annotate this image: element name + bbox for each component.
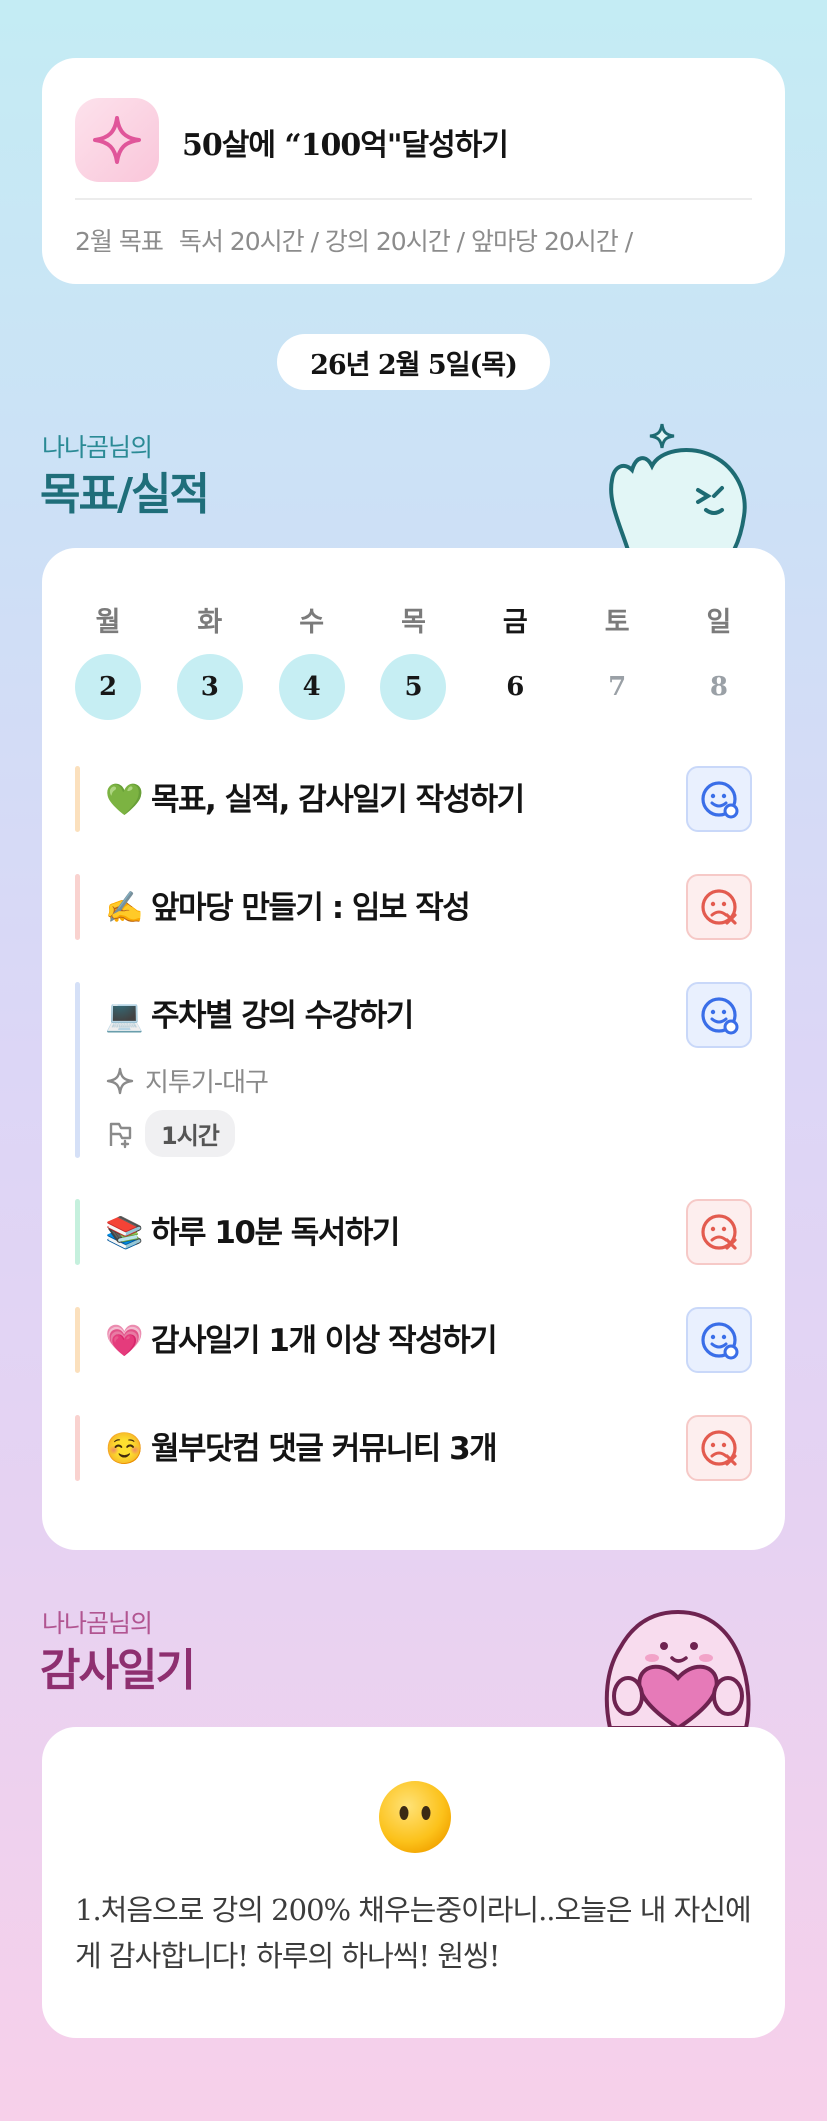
task-item[interactable]: 💻 주차별 강의 수강하기 지투기-대구 1시간 [75,982,752,1158]
tasks-card: 월 2 화 3 수 4 목 5 금 6 토 7 일 8 💚 목표, 실적, 감사… [42,548,785,1550]
day-number: 7 [608,672,627,702]
task-time: 1시간 [105,1110,235,1157]
smile-face-icon [701,1322,739,1360]
sad-face-icon [701,1214,737,1250]
divider [75,198,752,200]
task-emoji: ✍️ [105,890,144,926]
day-label: 화 [197,607,223,638]
day-mon[interactable]: 월 2 [75,600,141,720]
smile-face-icon [701,781,739,819]
day-label: 토 [604,607,630,638]
day-thu[interactable]: 목 5 [380,600,447,720]
task-item[interactable]: 💗 감사일기 1개 이상 작성하기 [75,1307,752,1373]
day-number: 5 [380,654,447,720]
goal-card[interactable]: 50살에 “100억"달성하기 2월 목표 독서 20시간 / 강의 20시간 /… [42,58,785,284]
day-number: 3 [176,654,243,720]
sparkle-outline-icon [106,1067,134,1094]
day-fri[interactable]: 금 6 [482,600,548,720]
day-wed[interactable]: 수 4 [278,600,345,720]
task-color-bar [75,766,80,832]
task-item[interactable]: 📚 하루 10분 독서하기 [75,1199,752,1265]
day-number: 2 [75,654,141,720]
task-title: 💚 목표, 실적, 감사일기 작성하기 [105,774,525,819]
day-number: 6 [506,672,525,702]
task-emoji: 📚 [105,1215,144,1251]
day-label: 수 [299,607,325,638]
day-label: 월 [95,607,121,638]
task-item[interactable]: 💚 목표, 실적, 감사일기 작성하기 [75,766,752,832]
goal-title: 50살에 “100억"달성하기 [182,128,509,163]
task-color-bar [75,1307,80,1373]
day-sat[interactable]: 토 7 [584,600,650,720]
day-label: 목 [401,607,426,638]
status-success-button[interactable] [686,766,752,832]
sad-face-icon [701,889,737,925]
task-sub-label: 지투기-대구 [145,1068,269,1098]
day-label: 금 [502,607,528,638]
task-title-text: 주차별 강의 수강하기 [151,998,414,1034]
task-title-text: 목표, 실적, 감사일기 작성하기 [151,782,525,818]
task-title-text: 감사일기 1개 이상 작성하기 [151,1323,498,1359]
task-item[interactable]: ✍️ 앞마당 만들기 : 임보 작성 [75,874,752,940]
task-title: ☺️ 월부닷컴 댓글 커뮤니티 3개 [105,1423,498,1468]
sad-face-icon [701,1430,737,1466]
day-number: 8 [709,672,729,702]
task-emoji: ☺️ [105,1431,144,1467]
task-title: 💻 주차별 강의 수강하기 [105,990,414,1035]
task-emoji: 💚 [105,782,144,818]
task-sub: 지투기-대구 [105,1062,269,1099]
task-color-bar [75,982,80,1158]
task-color-bar [75,1199,80,1265]
smile-face-icon [701,997,739,1035]
gratitude-section-title: 감사일기 [40,1645,196,1696]
sparkle-icon [75,98,159,182]
task-color-bar [75,874,80,940]
time-chip: 1시간 [145,1110,235,1157]
goal-summary-text: 독서 20시간 / 강의 20시간 / 앞마당 20시간 / [178,227,633,256]
task-color-bar [75,1415,80,1481]
week-calendar: 월 2 화 3 수 4 목 5 금 6 토 7 일 8 [75,600,752,720]
goal-summary: 2월 목표 독서 20시간 / 강의 20시간 / 앞마당 20시간 / [75,222,633,258]
status-fail-button[interactable] [686,874,752,940]
goal-month-label: 2월 목표 [75,227,164,256]
task-title-text: 앞마당 만들기 : 임보 작성 [151,890,471,926]
status-success-button[interactable] [686,1307,752,1373]
no-mouth-face-icon [379,1781,451,1853]
status-fail-button[interactable] [686,1199,752,1265]
mascot-bear-waving-icon [609,423,747,550]
task-title: 💗 감사일기 1개 이상 작성하기 [105,1315,498,1360]
task-title: 📚 하루 10분 독서하기 [105,1207,400,1252]
flag-icon [109,1122,132,1148]
task-title: ✍️ 앞마당 만들기 : 임보 작성 [105,882,471,927]
status-success-button[interactable] [686,982,752,1048]
task-emoji: 💗 [105,1323,144,1359]
day-sun[interactable]: 일 8 [686,600,752,720]
mascot-bear-heart-icon [604,1609,751,1728]
gratitude-card[interactable]: 1.처음으로 강의 200% 채우는중이라니..오늘은 내 자신에게 감사합니다… [42,1727,785,2038]
date-label[interactable]: 26년 2월 5일(목) [277,334,550,390]
status-fail-button[interactable] [686,1415,752,1481]
task-item[interactable]: ☺️ 월부닷컴 댓글 커뮤니티 3개 [75,1415,752,1481]
day-label: 일 [706,607,732,638]
day-number: 4 [278,654,345,720]
goals-section-title: 목표/실적 [40,469,210,520]
gratitude-text: 1.처음으로 강의 200% 채우는중이라니..오늘은 내 자신에게 감사합니다… [75,1893,752,1973]
day-tue[interactable]: 화 3 [176,600,243,720]
task-emoji: 💻 [105,998,144,1034]
task-title-text: 하루 10분 독서하기 [151,1215,400,1251]
task-title-text: 월부닷컴 댓글 커뮤니티 3개 [151,1431,498,1467]
